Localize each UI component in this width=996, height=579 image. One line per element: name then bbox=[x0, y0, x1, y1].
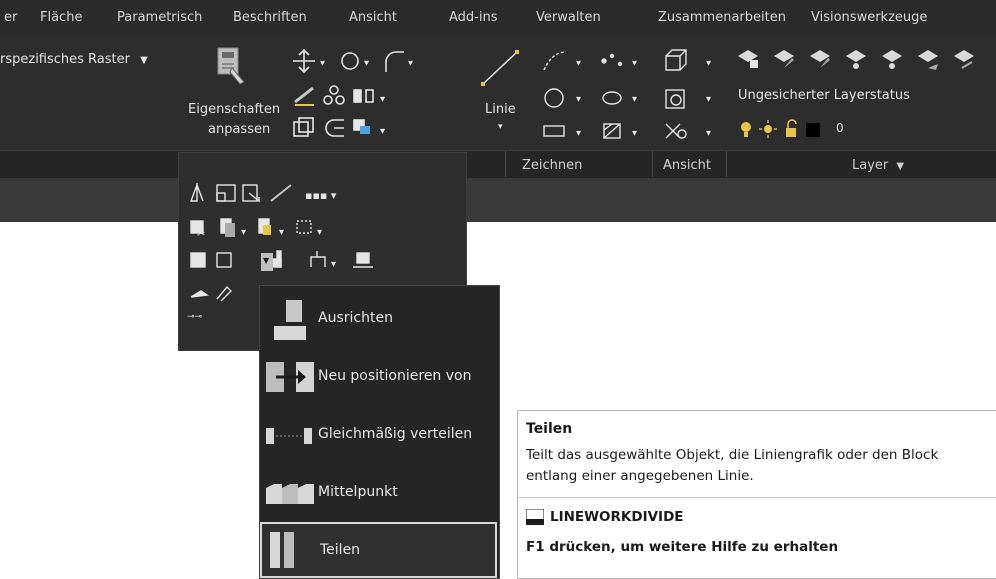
tooltip-divider bbox=[518, 497, 996, 498]
chevron-down-icon: ▼ bbox=[896, 161, 905, 172]
menu-item-ausrichten[interactable]: Ausrichten bbox=[260, 290, 497, 348]
menu-item-label: Ausrichten bbox=[318, 310, 393, 326]
group-label-layer-text: Layer bbox=[852, 158, 889, 173]
tooltip-help-hint: F1 drücken, um weitere Hilfe zu erhalten bbox=[526, 539, 839, 555]
tab-zusammenarbeiten[interactable]: Zusammenarbeiten bbox=[658, 10, 786, 25]
tab-add-ins[interactable]: Add-ins bbox=[449, 10, 497, 25]
svg-text:▾: ▾ bbox=[317, 227, 322, 238]
svg-text:▾: ▾ bbox=[364, 58, 369, 69]
ribbon-tab-bar: er Fläche Parametrisch Beschriften Ansic… bbox=[0, 0, 996, 36]
menu-item-neu-positionieren[interactable]: Neu positionieren von bbox=[260, 348, 497, 406]
svg-text:▾: ▾ bbox=[632, 128, 637, 139]
tab-flaeche[interactable]: Fläche bbox=[40, 10, 82, 25]
modify-tools-icons[interactable]: ▾ ▾ ▾ ▾ ▾ bbox=[290, 46, 460, 146]
ribbon-group-bar bbox=[0, 150, 996, 179]
current-layer-value: 0 bbox=[836, 121, 844, 135]
tab-visionswerkzeuge[interactable]: Visionswerkzeuge bbox=[811, 10, 927, 25]
group-divider bbox=[726, 151, 727, 177]
menu-item-label: Neu positionieren von bbox=[318, 368, 472, 384]
svg-text:▾: ▾ bbox=[632, 58, 637, 69]
svg-text:⊸⊸: ⊸⊸ bbox=[187, 312, 202, 319]
chevron-down-icon: ▾ bbox=[498, 122, 503, 132]
midpoint-icon bbox=[266, 484, 314, 504]
tooltip-description-line2: entlang einer angegebenen Linie. bbox=[526, 468, 754, 484]
tab-ansicht[interactable]: Ansicht bbox=[349, 10, 397, 25]
svg-text:▾: ▾ bbox=[706, 58, 711, 69]
svg-text:▾: ▾ bbox=[380, 126, 385, 137]
align-icon bbox=[274, 300, 306, 340]
svg-text:▾: ▾ bbox=[706, 128, 711, 139]
group-divider bbox=[505, 151, 506, 177]
view-tools-icons[interactable]: ▾ ▾ ▾ bbox=[662, 46, 724, 146]
tooltip-command-name: LINEWORKDIVIDE bbox=[550, 509, 684, 525]
svg-text:▾: ▾ bbox=[408, 58, 413, 69]
align-dropdown-toggle[interactable]: ▼ bbox=[261, 253, 273, 271]
layer-status-dropdown[interactable]: Ungesicherter Layerstatus bbox=[738, 88, 910, 103]
tooltip-description-line1: Teilt das ausgewählte Objekt, die Linien… bbox=[526, 447, 939, 463]
distribute-icon bbox=[266, 428, 312, 444]
eigenschaften-label-1: Eigenschaften bbox=[188, 102, 281, 117]
linie-label: Linie bbox=[485, 102, 516, 117]
eigenschaften-label-2: anpassen bbox=[208, 122, 271, 137]
menu-item-mittelpunkt[interactable]: Mittelpunkt bbox=[260, 464, 497, 522]
layer-state-icons[interactable] bbox=[738, 118, 828, 140]
tab-verwalten[interactable]: Verwalten bbox=[536, 10, 601, 25]
svg-text:✂: ✂ bbox=[197, 229, 205, 240]
grid-dropdown-label: rspezifisches Raster bbox=[0, 52, 130, 67]
line-icon bbox=[481, 50, 519, 86]
svg-text:▾: ▾ bbox=[706, 94, 711, 105]
tab-beschriften[interactable]: Beschriften bbox=[233, 10, 307, 25]
document-tab-bar bbox=[0, 178, 996, 222]
svg-text:▪▪▪ ▾: ▪▪▪ ▾ bbox=[305, 189, 337, 202]
svg-text:▾: ▾ bbox=[576, 58, 581, 69]
svg-text:▾: ▾ bbox=[279, 227, 284, 238]
tooltip-title: Teilen bbox=[526, 421, 573, 437]
chevron-down-icon: ▼ bbox=[140, 55, 148, 66]
menu-item-label: Gleichmäßig verteilen bbox=[318, 426, 473, 442]
tab-parametrisch[interactable]: Parametrisch bbox=[117, 10, 202, 25]
draw-tools-icons[interactable]: ▾ ▾ ▾ ▾ ▾ ▾ bbox=[540, 46, 650, 146]
svg-text:▾: ▾ bbox=[576, 94, 581, 105]
svg-text:▾: ▾ bbox=[380, 94, 385, 105]
group-label-zeichnen: Zeichnen bbox=[522, 158, 583, 173]
group-label-layer[interactable]: Layer ▼ bbox=[852, 158, 904, 173]
svg-text:▾: ▾ bbox=[576, 128, 581, 139]
chevron-down-icon: ▼ bbox=[263, 256, 270, 265]
group-label-ansicht: Ansicht bbox=[663, 158, 712, 173]
grid-dropdown[interactable]: rspezifisches Raster ▼ bbox=[0, 52, 148, 67]
layer-tools-icons[interactable] bbox=[734, 46, 996, 76]
reposition-icon bbox=[266, 362, 314, 392]
group-divider bbox=[652, 151, 653, 177]
menu-item-label: Teilen bbox=[320, 542, 361, 558]
tab-partial[interactable]: er bbox=[4, 10, 17, 25]
svg-text:▾: ▾ bbox=[331, 259, 336, 270]
svg-text:▾: ▾ bbox=[241, 227, 246, 238]
command-tooltip: Teilen Teilt das ausgewählte Objekt, die… bbox=[517, 410, 996, 579]
eigenschaften-anpassen-button[interactable]: Eigenschaften anpassen bbox=[180, 44, 280, 144]
svg-text:▾: ▾ bbox=[320, 58, 325, 69]
divide-icon bbox=[270, 532, 294, 568]
svg-text:▾: ▾ bbox=[632, 94, 637, 105]
align-dropdown-menu: Ausrichten Neu positionieren von Gleichm… bbox=[259, 285, 500, 579]
linie-button[interactable]: Linie ▾ bbox=[475, 44, 525, 144]
menu-item-gleichmaessig-verteilen[interactable]: Gleichmäßig verteilen bbox=[260, 406, 497, 464]
menu-item-teilen[interactable]: Teilen bbox=[260, 522, 497, 578]
match-properties-icon bbox=[217, 47, 245, 85]
command-line-icon bbox=[526, 509, 544, 525]
menu-item-label: Mittelpunkt bbox=[318, 484, 398, 500]
